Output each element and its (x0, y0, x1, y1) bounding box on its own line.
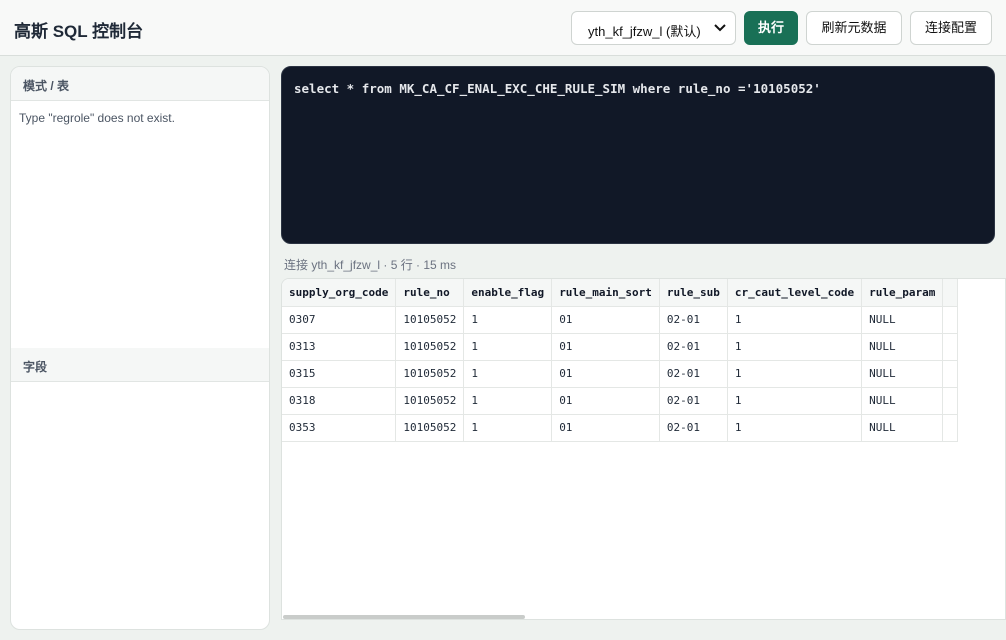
table-cell[interactable]: 1 (727, 306, 863, 334)
table-cell[interactable]: 1 (727, 387, 863, 415)
table-cell[interactable]: NULL (861, 333, 944, 361)
connection-select[interactable]: yth_kf_jfzw_l (默认) (571, 11, 736, 45)
table-row[interactable]: 0315 10105052 1 01 02-01 1 NULL (282, 360, 959, 388)
column-header[interactable]: rule_main_sort (551, 279, 660, 307)
table-cell[interactable]: 1 (727, 414, 863, 442)
table-cell[interactable]: 1 (463, 333, 553, 361)
column-header-overflow (942, 279, 959, 307)
table-cell-overflow (942, 333, 959, 361)
bottom-strip (281, 620, 1006, 640)
table-cell[interactable]: 1 (463, 387, 553, 415)
table-cell[interactable]: 0313 (282, 333, 397, 361)
column-header[interactable]: rule_sub (659, 279, 728, 307)
table-cell[interactable]: 01 (551, 306, 660, 334)
fields-header: 字段 (11, 348, 269, 382)
chevron-down-icon (714, 24, 726, 32)
table-cell[interactable]: NULL (861, 414, 944, 442)
table-cell[interactable]: 02-01 (659, 333, 728, 361)
connection-select-value: yth_kf_jfzw_l (默认) (588, 24, 701, 39)
table-cell[interactable]: 1 (463, 360, 553, 388)
results-table: supply_org_code rule_no enable_flag rule_ma… (282, 279, 959, 442)
table-cell[interactable]: 1 (463, 306, 553, 334)
column-header[interactable]: rule_no (395, 279, 465, 307)
table-cell[interactable]: 10105052 (395, 387, 465, 415)
sql-editor[interactable]: select * from MK_CA_CF_ENAL_EXC_CHE_RULE… (281, 66, 995, 244)
sidebar: 模式 / 表 Type "regrole" does not exist. 字段 (10, 66, 270, 630)
table-cell-overflow (942, 360, 959, 388)
table-cell[interactable]: 01 (551, 333, 660, 361)
connection-config-button[interactable]: 连接配置 (910, 11, 992, 45)
horizontal-scrollbar[interactable] (283, 615, 525, 619)
table-cell[interactable]: 0315 (282, 360, 397, 388)
table-cell[interactable]: 01 (551, 414, 660, 442)
table-cell[interactable]: 10105052 (395, 333, 465, 361)
status-line: 连接 yth_kf_jfzw_l · 5 行 · 15 ms (284, 258, 457, 272)
column-header[interactable]: cr_caut_level_code (727, 279, 863, 307)
table-row[interactable]: 0318 10105052 1 01 02-01 1 NULL (282, 387, 959, 415)
table-cell[interactable]: 1 (727, 360, 863, 388)
results-grid[interactable]: supply_org_code rule_no enable_flag rule_ma… (281, 278, 1006, 620)
sql-text[interactable]: select * from MK_CA_CF_ENAL_EXC_CHE_RULE… (294, 81, 821, 96)
schema-error-message: Type "regrole" does not exist. (19, 111, 175, 125)
top-bar: 高斯 SQL 控制台 yth_kf_jfzw_l (默认) 执行 刷新元数据 连… (0, 0, 1006, 56)
table-cell[interactable]: NULL (861, 306, 944, 334)
table-row[interactable]: 0353 10105052 1 01 02-01 1 NULL (282, 414, 959, 442)
header-row: supply_org_code rule_no enable_flag rule_ma… (282, 279, 959, 307)
table-cell[interactable]: 1 (463, 414, 553, 442)
table-cell[interactable]: 10105052 (395, 360, 465, 388)
table-row[interactable]: 0313 10105052 1 01 02-01 1 NULL (282, 333, 959, 361)
table-cell-overflow (942, 387, 959, 415)
schema-table-header: 模式 / 表 (11, 67, 269, 101)
refresh-metadata-button[interactable]: 刷新元数据 (806, 11, 902, 45)
table-row[interactable]: 0307 10105052 1 01 02-01 1 NULL (282, 306, 959, 334)
column-header[interactable]: enable_flag (463, 279, 553, 307)
table-cell[interactable]: 0318 (282, 387, 397, 415)
column-header[interactable]: supply_org_code (282, 279, 397, 307)
table-cell[interactable]: 02-01 (659, 414, 728, 442)
table-cell[interactable]: NULL (861, 387, 944, 415)
app-title: 高斯 SQL 控制台 (14, 22, 144, 41)
table-cell[interactable]: 02-01 (659, 360, 728, 388)
table-cell[interactable]: 0353 (282, 414, 397, 442)
table-cell[interactable]: 0307 (282, 306, 397, 334)
column-header[interactable]: rule_param (861, 279, 944, 307)
table-cell[interactable]: 02-01 (659, 306, 728, 334)
table-cell-overflow (942, 414, 959, 442)
table-cell-overflow (942, 306, 959, 334)
table-cell[interactable]: NULL (861, 360, 944, 388)
table-cell[interactable]: 01 (551, 360, 660, 388)
table-cell[interactable]: 01 (551, 387, 660, 415)
table-cell[interactable]: 1 (727, 333, 863, 361)
table-cell[interactable]: 10105052 (395, 414, 465, 442)
run-button[interactable]: 执行 (744, 11, 798, 45)
table-cell[interactable]: 02-01 (659, 387, 728, 415)
table-cell[interactable]: 10105052 (395, 306, 465, 334)
